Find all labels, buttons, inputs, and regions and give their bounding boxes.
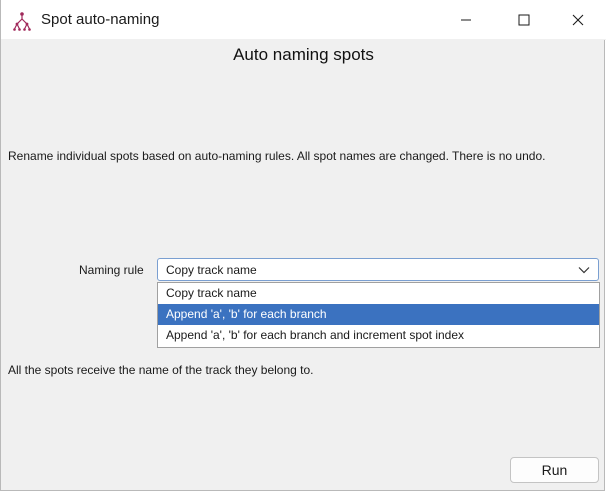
naming-rule-label: Naming rule — [79, 263, 144, 277]
chevron-down-icon — [578, 267, 590, 274]
naming-rule-selected-value: Copy track name — [166, 262, 257, 277]
maximize-button[interactable] — [501, 0, 547, 40]
minimize-icon — [461, 19, 471, 21]
naming-rule-select[interactable]: Copy track name — [157, 258, 599, 281]
description-text: Rename individual spots based on auto-na… — [8, 149, 546, 163]
window-title: Spot auto-naming — [41, 11, 160, 28]
naming-rule-dropdown-list: Copy track name Append 'a', 'b' for each… — [157, 282, 600, 348]
dropdown-option-copy-track-name[interactable]: Copy track name — [158, 283, 599, 304]
track-tree-icon — [13, 12, 31, 31]
maximize-icon — [518, 14, 530, 26]
rule-info-text: All the spots receive the name of the tr… — [8, 363, 314, 377]
minimize-button[interactable] — [443, 0, 489, 40]
close-icon — [572, 14, 584, 26]
close-button[interactable] — [555, 0, 601, 40]
page-title: Auto naming spots — [233, 45, 374, 64]
dialog-window: Spot auto-naming Auto naming spots Renam… — [0, 0, 606, 491]
run-button[interactable]: Run — [510, 457, 599, 483]
dropdown-option-append-branch[interactable]: Append 'a', 'b' for each branch — [158, 304, 599, 325]
dropdown-option-append-branch-increment[interactable]: Append 'a', 'b' for each branch and incr… — [158, 325, 599, 346]
title-bar[interactable]: Spot auto-naming — [1, 0, 606, 40]
